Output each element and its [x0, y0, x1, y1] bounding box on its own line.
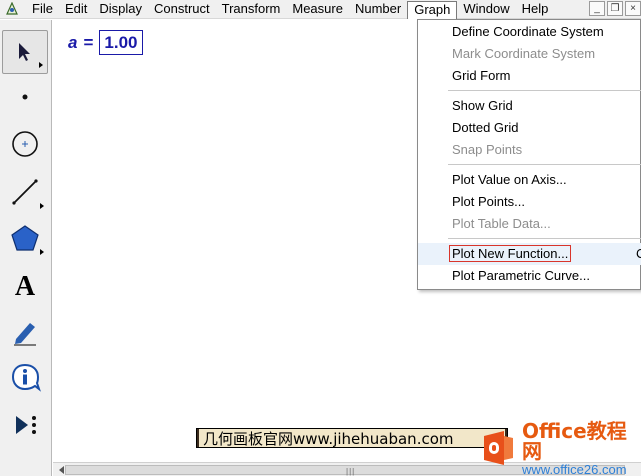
menu-number[interactable]: Number	[349, 0, 407, 19]
menu-item-plot-parametric-curve[interactable]: Plot Parametric Curve...	[418, 265, 641, 287]
menu-file[interactable]: File	[26, 0, 59, 19]
office-logo-title: Office教程网	[522, 418, 627, 463]
polygon-tool[interactable]	[2, 216, 48, 260]
menu-separator	[448, 238, 641, 239]
office-logo: Office教程网 www.office26.com	[478, 418, 638, 476]
close-button[interactable]: ×	[625, 1, 641, 16]
polygon-icon	[11, 225, 39, 251]
menu-edit[interactable]: Edit	[59, 0, 93, 19]
window-controls: _ ❐ ×	[589, 1, 641, 16]
office-logo-icon	[478, 428, 518, 468]
parameter-name: a	[68, 32, 78, 52]
menu-construct[interactable]: Construct	[148, 0, 216, 19]
menu-graph[interactable]: Graph	[407, 0, 458, 19]
menu-item-mark-coordinate-system: Mark Coordinate System	[452, 46, 596, 61]
office-logo-url: www.office26.com	[522, 461, 627, 476]
scrollbar-grip-icon: |||	[346, 467, 356, 476]
menu-item-plot-value-on-axis[interactable]: Plot Value on Axis...	[418, 169, 641, 191]
menu-item-plot-new-function[interactable]: Plot New Function... C	[418, 243, 641, 265]
information-icon	[11, 363, 41, 392]
menu-transform[interactable]: Transform	[216, 0, 287, 19]
compass-tool[interactable]	[2, 122, 48, 166]
tool-options-indicator	[40, 249, 44, 255]
scroll-left-icon[interactable]	[59, 466, 64, 474]
menu-item-grid-form[interactable]: Grid Form	[418, 65, 641, 87]
straightedge-icon	[12, 179, 38, 205]
parameter-a[interactable]: a = 1.00	[68, 30, 143, 55]
compass-icon	[12, 131, 38, 157]
menu-item-snap-points: Snap Points	[452, 142, 523, 157]
menu-separator	[448, 164, 641, 165]
watermark-text: 几何画板官网www.jihehuaban.com	[199, 429, 505, 448]
custom-tool-icon	[16, 416, 36, 434]
point-icon	[22, 94, 28, 100]
graph-menu-dropdown: Define Coordinate System Mark Coordinate…	[417, 19, 641, 290]
menu-item-plot-table-data: Plot Table Data...	[452, 216, 551, 231]
svg-text:A: A	[15, 271, 36, 300]
parameter-equals: =	[83, 32, 94, 52]
menu-bar: File Edit Display Construct Transform Me…	[0, 0, 641, 19]
menu-item-show-grid[interactable]: Show Grid	[418, 95, 641, 117]
arrow-select-icon	[19, 43, 30, 61]
menu-item-shortcut: C	[636, 246, 641, 261]
parameter-value[interactable]: 1.00	[99, 30, 143, 55]
watermark-banner: 几何画板官网www.jihehuaban.com	[196, 428, 508, 448]
menu-window[interactable]: Window	[457, 0, 515, 19]
menu-separator	[448, 90, 641, 91]
custom-tool[interactable]	[2, 403, 48, 447]
menu-item-define-coordinate-system[interactable]: Define Coordinate System	[418, 21, 641, 43]
tool-options-indicator	[40, 203, 44, 209]
tool-options-indicator	[39, 62, 43, 68]
menu-display[interactable]: Display	[93, 0, 148, 19]
restore-button[interactable]: ❐	[607, 1, 623, 16]
minimize-button[interactable]: _	[589, 1, 605, 16]
menu-help[interactable]: Help	[516, 0, 555, 19]
toolbox: A	[0, 20, 52, 476]
straightedge-tool[interactable]	[2, 170, 48, 214]
point-tool[interactable]	[2, 75, 48, 119]
menu-item-dotted-grid[interactable]: Dotted Grid	[418, 117, 641, 139]
text-tool[interactable]: A	[2, 263, 48, 307]
information-tool[interactable]	[2, 356, 48, 400]
marker-icon	[14, 323, 36, 346]
app-icon[interactable]	[4, 1, 20, 17]
menu-measure[interactable]: Measure	[286, 0, 349, 19]
text-icon: A	[15, 271, 36, 300]
menu-item-plot-points[interactable]: Plot Points...	[418, 191, 641, 213]
marker-tool[interactable]	[2, 310, 48, 354]
arrow-select-tool[interactable]	[2, 30, 48, 74]
